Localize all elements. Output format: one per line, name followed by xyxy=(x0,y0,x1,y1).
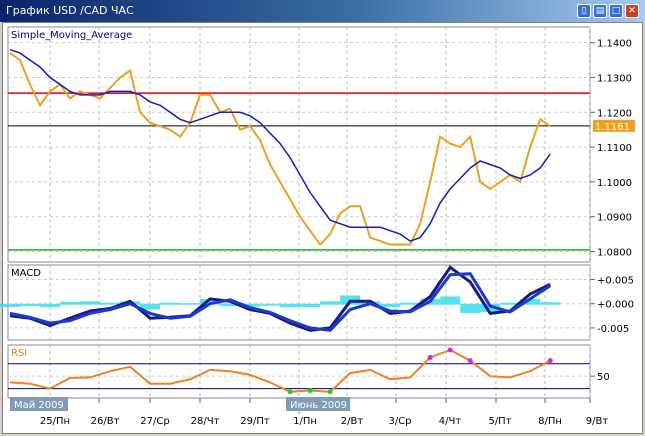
macd-histogram-bar xyxy=(440,296,461,305)
y-tick-label: +0.000 xyxy=(597,300,634,311)
x-tick-label: 9/Вт xyxy=(586,416,609,427)
month-label: Июнь 2009 xyxy=(290,400,347,411)
y-tick-label: 1.1100 xyxy=(597,143,632,154)
x-tick-label: 26/Вт xyxy=(91,416,120,427)
macd-histogram-bar xyxy=(320,301,341,305)
macd-histogram-bar xyxy=(280,303,301,308)
macd-histogram-bar xyxy=(40,303,61,308)
macd-histogram-bar xyxy=(300,303,321,308)
chart-canvas[interactable]: 1.1400 1.1300 1.1200 1.1100 1.1000 1.0900 1.08… xyxy=(0,0,645,436)
rsi-extreme-point xyxy=(427,354,433,360)
indicator-title: MACD xyxy=(11,268,41,279)
macd-histogram-bar xyxy=(380,303,401,308)
macd-histogram-bar xyxy=(0,303,21,308)
rsi-extreme-point xyxy=(467,358,473,364)
rsi-extreme-point xyxy=(327,389,333,395)
x-tick-label: 5/Пт xyxy=(488,416,511,427)
y-tick-label: +0.005 xyxy=(597,276,634,287)
macd-histogram-bar xyxy=(20,303,41,307)
y-tick-label: 1.1300 xyxy=(597,73,632,84)
y-tick-label: 1.1000 xyxy=(597,178,632,189)
y-tick-label: -0.005 xyxy=(597,324,629,335)
x-tick-label: 2/Вт xyxy=(341,416,364,427)
last-price-label: 1.1161 xyxy=(595,122,630,133)
rsi-extreme-point xyxy=(547,358,553,364)
macd-histogram-bar xyxy=(180,303,201,305)
x-tick-label: 27/Ср xyxy=(140,416,169,427)
y-tick-label: 50 xyxy=(597,372,610,383)
x-tick-label: 8/Пн xyxy=(538,416,562,427)
macd-histogram-bar xyxy=(80,301,101,305)
macd-histogram-bar xyxy=(160,302,181,305)
macd-histogram-bar xyxy=(260,303,281,306)
y-tick-label: 1.1200 xyxy=(597,108,632,119)
x-tick-label: 3/Ср xyxy=(388,416,411,427)
x-tick-label: 29/Пт xyxy=(240,416,270,427)
y-tick-label: 1.1400 xyxy=(597,39,632,50)
macd-histogram-bar xyxy=(60,301,81,305)
x-tick-label: 25/Пн xyxy=(40,416,70,427)
x-tick-label: 1/Пн xyxy=(293,416,317,427)
rsi-extreme-point xyxy=(287,389,293,395)
rsi-extreme-point xyxy=(307,388,313,394)
macd-histogram-bar xyxy=(460,303,481,313)
x-tick-label: 28/Чт xyxy=(191,416,220,427)
y-tick-label: 1.0800 xyxy=(597,248,632,259)
x-tick-label: 4/Чт xyxy=(439,416,462,427)
macd-histogram-bar xyxy=(540,302,561,305)
indicator-title: Simple_Moving_Average xyxy=(11,30,132,41)
y-tick-label: 1.0900 xyxy=(597,213,632,224)
indicator-title: RSI xyxy=(11,348,27,359)
rsi-extreme-point xyxy=(447,347,453,353)
month-label: Май 2009 xyxy=(14,400,64,411)
